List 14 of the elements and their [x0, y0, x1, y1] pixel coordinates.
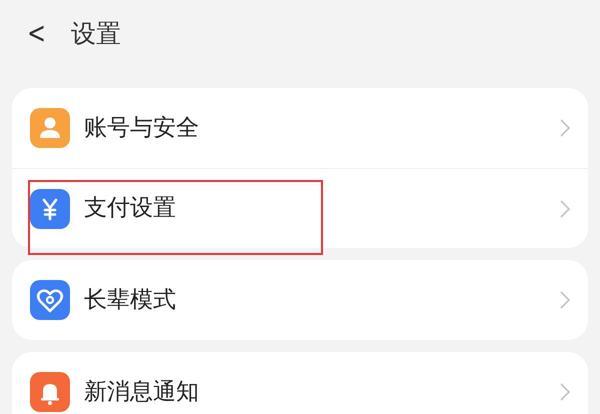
settings-row[interactable]: 账号与安全	[12, 88, 588, 168]
row-label: 新消息通知	[84, 378, 200, 407]
chevron-icon	[560, 119, 570, 137]
row-label: 长辈模式	[84, 286, 177, 315]
settings-row[interactable]: 新消息通知	[12, 352, 588, 414]
chevron-icon	[560, 291, 570, 309]
row-label: 支付设置	[84, 194, 177, 224]
page-title: 设置	[71, 18, 122, 50]
back-button[interactable]: <	[27, 19, 46, 49]
chevron-icon	[560, 200, 570, 218]
row-label: 账号与安全	[84, 114, 200, 143]
settings-row[interactable]: 长辈模式	[12, 260, 588, 340]
settings-row[interactable]: 支付设置	[12, 168, 588, 248]
chevron-icon	[560, 383, 570, 401]
